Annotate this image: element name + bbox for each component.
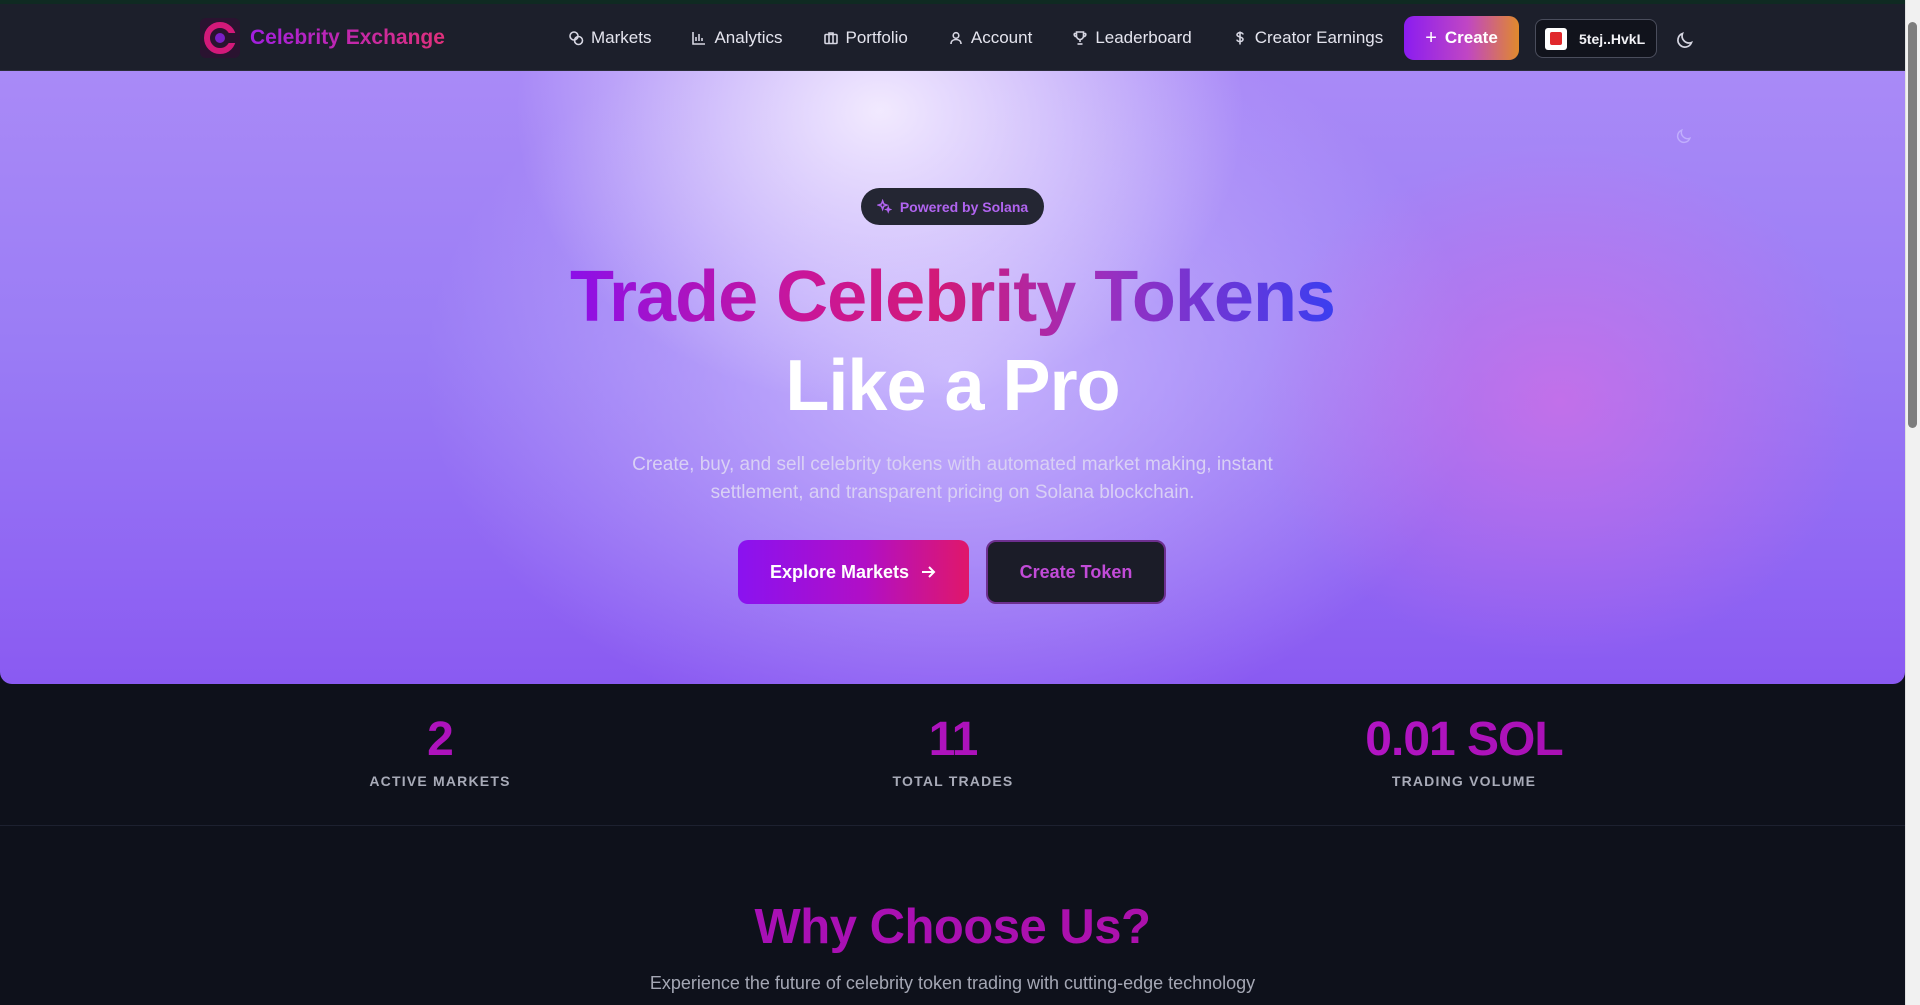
- stat-label: TOTAL TRADES: [892, 772, 1014, 789]
- wallet-icon: [1545, 27, 1567, 50]
- stat-value: 0.01 SOL: [1314, 713, 1614, 767]
- briefcase-icon: [823, 31, 838, 44]
- nav-item-analytics[interactable]: Analytics: [691, 27, 783, 48]
- nav-item-label: Leaderboard: [1095, 27, 1192, 47]
- hero-headline-line2: Like a Pro: [785, 346, 1120, 426]
- wallet-button[interactable]: 5tej..HvkL: [1535, 19, 1657, 58]
- stat-active-markets: 2 ACTIVE MARKETS: [290, 713, 590, 789]
- nav-item-label: Portfolio: [845, 27, 908, 47]
- explore-markets-label: Explore Markets: [769, 561, 910, 582]
- stat-value: 2: [290, 713, 590, 767]
- trophy-icon: [1073, 30, 1087, 45]
- brand-name: Celebrity Exchange: [250, 26, 445, 49]
- stat-value: 11: [803, 713, 1103, 767]
- arrow-right-icon: [922, 566, 936, 578]
- nav-item-label: Analytics: [714, 27, 783, 47]
- stats-section: 2 ACTIVE MARKETS 11 TOTAL TRADES 0.01 SO…: [0, 684, 1905, 826]
- powered-by-label: Powered by Solana: [899, 198, 1029, 215]
- nav-item-markets[interactable]: Markets: [568, 28, 651, 48]
- markets-icon: [569, 30, 584, 45]
- nav-item-leaderboard[interactable]: Leaderboard: [1072, 27, 1192, 48]
- create-token-button[interactable]: Create Token: [986, 540, 1166, 604]
- brand[interactable]: Celebrity Exchange: [200, 18, 445, 58]
- scrollbar-thumb[interactable]: [1908, 22, 1917, 428]
- create-button[interactable]: + Create: [1404, 16, 1519, 60]
- moon-icon: [1675, 127, 1693, 145]
- dollar-icon: [1235, 31, 1244, 44]
- nav-item-account[interactable]: Account: [948, 28, 1032, 48]
- celebrity-exchange-logo: [200, 18, 240, 58]
- wallet-address: 5tej..HvkL: [1579, 30, 1646, 47]
- stat-total-trades: 11 TOTAL TRADES: [803, 713, 1103, 789]
- stat-trading-volume: 0.01 SOL TRADING VOLUME: [1314, 713, 1614, 789]
- sparkles-icon: [876, 199, 892, 214]
- nav-item-creator-earnings[interactable]: Creator Earnings: [1232, 27, 1384, 48]
- powered-by-badge: Powered by Solana: [861, 188, 1044, 225]
- nav-item-portfolio[interactable]: Portfolio: [823, 28, 908, 48]
- top-navbar: Celebrity Exchange Markets Analytics Por…: [0, 4, 1905, 71]
- why-choose-us-subtitle: Experience the future of celebrity token…: [649, 973, 1256, 993]
- hero-section: Powered by Solana Trade Celebrity Tokens…: [0, 71, 1905, 684]
- hero-description: Create, buy, and sell celebrity tokens w…: [632, 454, 1273, 503]
- theme-toggle-button[interactable]: [1675, 30, 1695, 50]
- nav-item-label: Creator Earnings: [1254, 27, 1384, 47]
- stat-label: TRADING VOLUME: [1391, 772, 1537, 789]
- nav-links: Markets Analytics Portfolio Account Lead…: [568, 4, 1423, 71]
- explore-markets-button[interactable]: Explore Markets: [738, 540, 969, 604]
- plus-icon: +: [1425, 27, 1437, 49]
- create-button-label: Create: [1444, 28, 1498, 47]
- create-token-label: Create Token: [1019, 561, 1133, 582]
- nav-item-label: Account: [970, 27, 1033, 47]
- why-choose-us-title: Why Choose Us?: [0, 899, 1905, 955]
- stat-label: ACTIVE MARKETS: [369, 772, 511, 789]
- nav-item-label: Markets: [591, 27, 652, 47]
- hero-headline-line1: Trade Celebrity Tokens: [570, 257, 1336, 337]
- user-icon: [950, 31, 962, 44]
- moon-icon: [1677, 32, 1693, 48]
- bar-chart-icon: [692, 31, 706, 45]
